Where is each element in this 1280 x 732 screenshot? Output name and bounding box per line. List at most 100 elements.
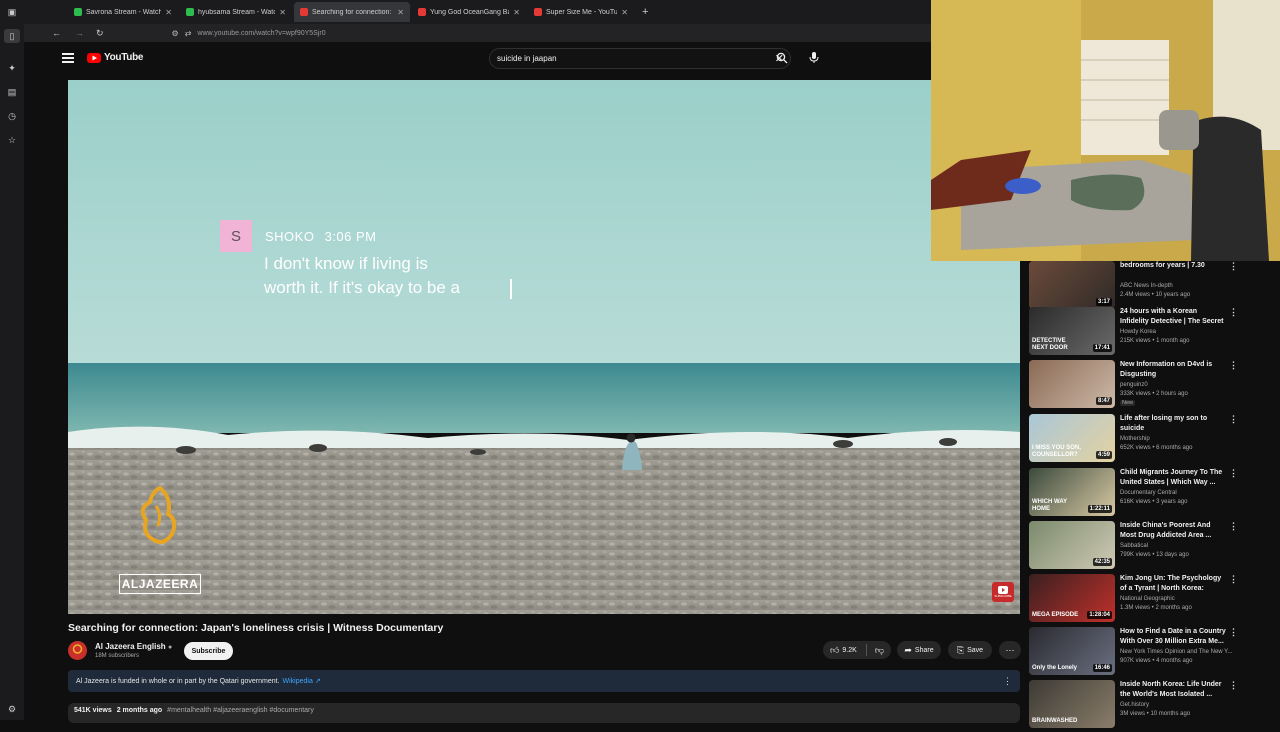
more-options-icon[interactable]: ⋮	[1229, 521, 1238, 532]
forward-icon[interactable]: →	[75, 28, 84, 38]
bookmark-icon: ⎘	[956, 644, 965, 655]
subscribe-watermark[interactable]: SUBSCRIBE	[992, 582, 1014, 602]
recommendation-channel[interactable]: Mothership	[1120, 436, 1150, 442]
share-button[interactable]: ➦ Share	[897, 641, 941, 659]
recommendation-item[interactable]: 42:35 Inside China's Poorest And Most Dru…	[1029, 521, 1244, 573]
back-icon[interactable]: ←	[52, 28, 61, 38]
recommendation-channel[interactable]: Get.history	[1120, 702, 1149, 708]
more-options-icon[interactable]: ⋮	[1229, 627, 1238, 638]
tune-icon[interactable]: ⇄	[185, 29, 192, 38]
settings-icon[interactable]: ⚙	[4, 702, 20, 716]
history-icon[interactable]: ◷	[4, 109, 20, 123]
search-input[interactable]: suicide in jaapan ✕	[489, 48, 791, 69]
video-thumbnail[interactable]: 8:47	[1029, 360, 1115, 408]
recommendation-title[interactable]: bedrooms for years | 7.30	[1120, 261, 1226, 271]
more-actions-button[interactable]: ⋯	[999, 641, 1021, 659]
recommendation-channel[interactable]: Documentary Central	[1120, 490, 1177, 496]
thumbs-up-icon: 👍︎	[830, 644, 840, 655]
site-info-icon[interactable]: ⚙	[172, 29, 179, 38]
recommendation-channel[interactable]: Sabbatical	[1120, 543, 1148, 549]
hashtags[interactable]: #mentalhealth #aljazeeraenglish #documen…	[167, 707, 314, 714]
close-tab-icon[interactable]: ✕	[279, 8, 286, 17]
wikipedia-link[interactable]: Wikipedia	[283, 678, 313, 685]
recommendation-item[interactable]: I MISS YOU SON, COUNSELLOR? 4:59 Life afte…	[1029, 414, 1244, 466]
dislike-button[interactable]: 👎︎	[870, 645, 884, 656]
recommendation-channel[interactable]: National Geographic	[1120, 596, 1175, 602]
recommendation-item[interactable]: 3:17 bedrooms for years | 7.30 ABC News In…	[1029, 261, 1244, 313]
recommendation-meta: 907K views • 4 months ago	[1120, 658, 1193, 664]
like-button[interactable]: 👍︎ 9.2K	[823, 645, 857, 656]
video-thumbnail[interactable]: DETECTIVE NEXT DOOR 17:41	[1029, 307, 1115, 355]
recommendation-item[interactable]: BRAINWASHED Inside North Korea: Life Unde…	[1029, 680, 1244, 732]
description-box[interactable]: 541K views 2 months ago #mentalhealth #a…	[68, 703, 1020, 723]
tab-favicon-icon	[534, 8, 542, 16]
close-tab-icon[interactable]: ✕	[513, 8, 520, 17]
recommendation-meta: 652K views • 6 months ago	[1120, 445, 1193, 451]
microphone-icon[interactable]	[807, 50, 823, 66]
new-tab-icon[interactable]: +	[642, 6, 648, 18]
message-header: SHOKO 3:06 PM	[265, 229, 377, 244]
video-player[interactable]: S SHOKO 3:06 PM I don't know if living i…	[68, 80, 1020, 614]
more-options-icon[interactable]: ⋮	[1229, 261, 1238, 272]
video-thumbnail[interactable]: 42:35	[1029, 521, 1115, 569]
menu-icon[interactable]	[62, 53, 74, 63]
recommendation-item[interactable]: MEGA EPISODE 1:28:04 Kim Jong Un: The Psyc…	[1029, 574, 1244, 626]
channel-avatar[interactable]	[68, 641, 87, 660]
recommendation-item[interactable]: 8:47 New Information on D4vd is Disgustin…	[1029, 360, 1244, 412]
notice-more-icon[interactable]: ⋮	[1003, 676, 1012, 687]
tab-strip: Savrona Stream - Watch Live o✕hyubsama S…	[68, 2, 634, 22]
reading-list-icon[interactable]: ▤	[4, 85, 20, 99]
recommendation-title[interactable]: Inside China's Poorest And Most Drug Add…	[1120, 521, 1226, 541]
more-options-icon[interactable]: ⋮	[1229, 468, 1238, 479]
ai-sparkle-icon[interactable]: ✦	[4, 61, 20, 75]
subscribe-button[interactable]: Subscribe	[184, 642, 233, 660]
recommendation-channel[interactable]: penguinz0	[1120, 382, 1148, 388]
video-thumbnail[interactable]: WHICH WAY HOME 1:22:11	[1029, 468, 1115, 516]
more-options-icon[interactable]: ⋮	[1229, 574, 1238, 585]
verified-icon: ●	[167, 644, 173, 651]
more-options-icon[interactable]: ⋮	[1229, 307, 1238, 318]
reload-icon[interactable]: ↻	[96, 28, 104, 39]
recommendation-title[interactable]: How to Find a Date in a Country With Ove…	[1120, 627, 1226, 647]
duration-badge: 1:28:04	[1087, 611, 1112, 619]
youtube-logo[interactable]: YouTube	[87, 52, 144, 63]
recommendation-channel[interactable]: Howdy Korea	[1120, 329, 1156, 335]
subscriber-count: 18M subscribers	[95, 653, 140, 659]
more-options-icon[interactable]: ⋮	[1229, 360, 1238, 371]
recommendation-channel[interactable]: New York Times Opinion and The New Y...	[1120, 649, 1232, 655]
more-options-icon[interactable]: ⋮	[1229, 414, 1238, 425]
url-text[interactable]: www.youtube.com/watch?v=wpf90Y5Sjr0	[197, 30, 325, 37]
browser-tab[interactable]: Yung God OceanGang Based F ✕	[412, 2, 526, 22]
message-avatar: S	[220, 220, 252, 252]
recommendation-channel[interactable]: ABC News In-depth	[1120, 283, 1173, 289]
recommendation-title[interactable]: 24 hours with a Korean Infidelity Detect…	[1120, 307, 1226, 327]
channel-name[interactable]: Al Jazeera English ●	[95, 642, 172, 651]
recommendation-meta: 616K views • 3 years ago	[1120, 499, 1188, 505]
browser-tab[interactable]: Super Size Me - YouTube✕	[528, 2, 634, 22]
bookmarks-icon[interactable]: ☆	[4, 133, 20, 147]
close-tab-icon[interactable]: ✕	[397, 8, 404, 17]
recommendation-item[interactable]: WHICH WAY HOME 1:22:11 Child Migrants Jour…	[1029, 468, 1244, 520]
browser-tab[interactable]: hyubsama Stream - Watch Live✕	[180, 2, 292, 22]
save-button[interactable]: ⎘ Save	[948, 641, 992, 659]
search-icon[interactable]	[776, 51, 790, 65]
video-thumbnail[interactable]: Only the Lonely 16:46	[1029, 627, 1115, 675]
tabs-overview-icon[interactable]: ▣	[0, 5, 24, 19]
recommendation-title[interactable]: Inside North Korea: Life Under the World…	[1120, 680, 1226, 700]
video-thumbnail[interactable]: MEGA EPISODE 1:28:04	[1029, 574, 1115, 622]
video-thumbnail[interactable]: 3:17	[1029, 261, 1115, 309]
recommendation-item[interactable]: DETECTIVE NEXT DOOR 17:41 24 hours with a …	[1029, 307, 1244, 359]
recommendation-item[interactable]: Only the Lonely 16:46 How to Find a Date i…	[1029, 627, 1244, 679]
recommendation-title[interactable]: Life after losing my son to suicide	[1120, 414, 1226, 434]
browser-tab[interactable]: Savrona Stream - Watch Live o✕	[68, 2, 178, 22]
browser-tab[interactable]: Searching for connection: J ✕	[294, 2, 410, 22]
more-options-icon[interactable]: ⋮	[1229, 680, 1238, 691]
recommendation-title[interactable]: Kim Jong Un: The Psychology of a Tyrant …	[1120, 574, 1226, 594]
video-thumbnail[interactable]: I MISS YOU SON, COUNSELLOR? 4:59	[1029, 414, 1115, 462]
recommendation-title[interactable]: New Information on D4vd is Disgusting	[1120, 360, 1226, 380]
panel-toggle-icon[interactable]: ▯	[4, 29, 20, 43]
recommendation-title[interactable]: Child Migrants Journey To The United Sta…	[1120, 468, 1226, 488]
video-thumbnail[interactable]: BRAINWASHED	[1029, 680, 1115, 728]
close-tab-icon[interactable]: ✕	[165, 8, 172, 17]
close-tab-icon[interactable]: ✕	[621, 8, 628, 17]
